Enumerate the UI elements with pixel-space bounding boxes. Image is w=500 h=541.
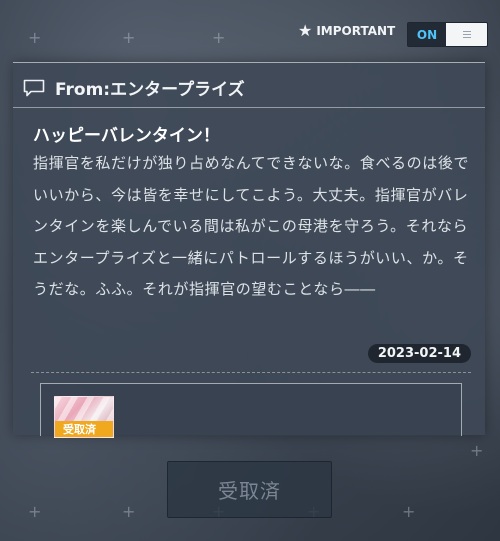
sender-name: エンタープライズ	[110, 80, 245, 100]
star-icon: ★	[298, 21, 313, 40]
from-label: From:	[55, 80, 111, 100]
important-label: IMPORTANT	[316, 24, 396, 38]
decor-plus: +	[28, 502, 42, 521]
decor-plus: +	[402, 502, 416, 521]
claim-button[interactable]: 受取済	[167, 461, 332, 518]
important-toggle[interactable]: ON	[407, 22, 488, 47]
mail-subject: ハッピーバレンタイン！	[33, 126, 220, 146]
decor-plus: +	[28, 28, 42, 47]
chat-icon	[23, 79, 45, 96]
important-label-group: ★ IMPORTANT	[298, 23, 395, 39]
mail-date-badge: 2023-02-14	[367, 344, 471, 363]
menu-icon	[462, 31, 471, 38]
divider	[13, 107, 485, 108]
mail-from-row: From:エンタープライズ	[23, 75, 245, 100]
decor-plus: +	[212, 28, 226, 47]
mail-body: 指揮官を私だけが独り占めなんてできないな。食べるのは後でいいから、今は皆を幸せに…	[33, 154, 470, 298]
attachment-area: 受取済	[40, 383, 462, 438]
attachment-item-icon[interactable]: 受取済	[54, 396, 114, 438]
dashed-divider	[31, 372, 471, 373]
toggle-on-label[interactable]: ON	[408, 23, 446, 46]
decor-plus: +	[470, 441, 484, 460]
decor-plus: +	[122, 502, 136, 521]
toggle-off-knob[interactable]	[446, 23, 487, 46]
mail-panel: From:エンタープライズ ハッピーバレンタイン！ 指揮官を私だけが独り占めなん…	[13, 62, 485, 438]
decor-plus: +	[122, 28, 136, 47]
claimed-badge: 受取済	[55, 421, 113, 437]
